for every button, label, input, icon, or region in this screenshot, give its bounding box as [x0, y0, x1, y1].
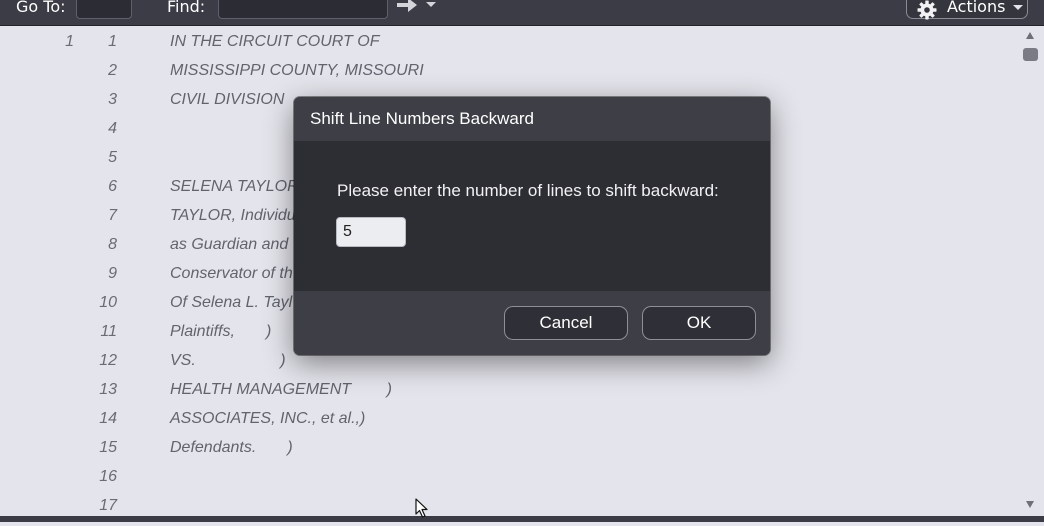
page-number: 1 — [65, 33, 74, 50]
arrow-right-icon[interactable] — [396, 0, 418, 17]
line-number: 9 — [108, 265, 117, 282]
transcript-line[interactable]: 15 Defendants. ) — [0, 439, 1020, 468]
line-number: 6 — [108, 178, 117, 195]
scrollbar-thumb[interactable] — [1023, 48, 1038, 61]
chevron-down-icon[interactable] — [426, 2, 436, 7]
line-text: CIVIL DIVISION — [170, 91, 285, 108]
ok-button[interactable]: OK — [642, 306, 756, 340]
mouse-pointer-icon — [415, 498, 429, 522]
line-text: VS. ) — [170, 352, 286, 369]
line-number: 5 — [108, 149, 117, 166]
line-text: Of Selena L. Tayl — [170, 294, 293, 311]
line-number: 4 — [108, 120, 117, 137]
chevron-down-icon — [1013, 5, 1023, 10]
transcript-line[interactable]: 14 ASSOCIATES, INC., et al.,) — [0, 410, 1020, 439]
line-number: 1 — [108, 33, 117, 50]
dialog-title: Shift Line Numbers Backward — [310, 109, 534, 128]
line-number: 8 — [108, 236, 117, 253]
line-number: 11 — [100, 323, 117, 340]
line-text: IN THE CIRCUIT COURT OF — [170, 33, 380, 50]
dialog-footer: Cancel OK — [294, 291, 770, 355]
line-number: 7 — [108, 207, 117, 224]
line-number: 16 — [99, 468, 117, 485]
line-number: 3 — [108, 91, 117, 108]
transcript-line[interactable]: 12 VS. ) — [0, 352, 1020, 381]
bottom-bar — [0, 516, 1044, 522]
line-number: 2 — [108, 62, 117, 79]
actions-label: Actions — [947, 0, 1006, 16]
line-text: ASSOCIATES, INC., et al.,) — [170, 410, 366, 427]
transcript-line[interactable]: 16 — [0, 468, 1020, 497]
line-number: 14 — [99, 410, 117, 427]
gear-icon — [917, 0, 937, 24]
actions-button[interactable]: Actions — [906, 0, 1028, 20]
line-text: Defendants. ) — [170, 439, 293, 456]
scroll-down-arrow-icon[interactable] — [1026, 501, 1034, 508]
toolbar: Go To: Find: Actions — [0, 0, 1044, 26]
dialog-body: Please enter the number of lines to shif… — [294, 141, 770, 291]
line-text: as Guardian and — [170, 236, 289, 253]
find-input[interactable] — [218, 0, 388, 19]
transcript-line[interactable]: 2 MISSISSIPPI COUNTY, MISSOURI — [0, 62, 1020, 91]
goto-label: Go To: — [16, 0, 66, 16]
line-number: 17 — [99, 497, 117, 514]
line-text: SELENA TAYLOR a — [170, 178, 312, 195]
dialog-header: Shift Line Numbers Backward — [294, 97, 770, 141]
line-text: Conservator of th — [170, 265, 293, 282]
line-number: 10 — [99, 294, 117, 311]
scroll-up-arrow-icon[interactable] — [1026, 32, 1034, 39]
line-text: TAYLOR, Individu — [170, 207, 296, 224]
line-text: MISSISSIPPI COUNTY, MISSOURI — [170, 62, 424, 79]
find-label: Find: — [167, 0, 206, 16]
line-text: HEALTH MANAGEMENT ) — [170, 381, 392, 398]
cancel-button[interactable]: Cancel — [504, 306, 628, 340]
line-text: Plaintiffs, ) — [170, 323, 272, 340]
shift-lines-input[interactable] — [336, 217, 406, 247]
line-number: 15 — [99, 439, 117, 456]
shift-lines-dialog: Shift Line Numbers Backward Please enter… — [294, 97, 770, 355]
line-number: 12 — [99, 352, 117, 369]
dialog-prompt: Please enter the number of lines to shif… — [337, 181, 719, 200]
goto-input[interactable] — [76, 0, 132, 19]
transcript-line[interactable]: 13 HEALTH MANAGEMENT ) — [0, 381, 1020, 410]
line-number: 13 — [99, 381, 117, 398]
transcript-line[interactable]: 1 1 IN THE CIRCUIT COURT OF — [0, 33, 1020, 62]
